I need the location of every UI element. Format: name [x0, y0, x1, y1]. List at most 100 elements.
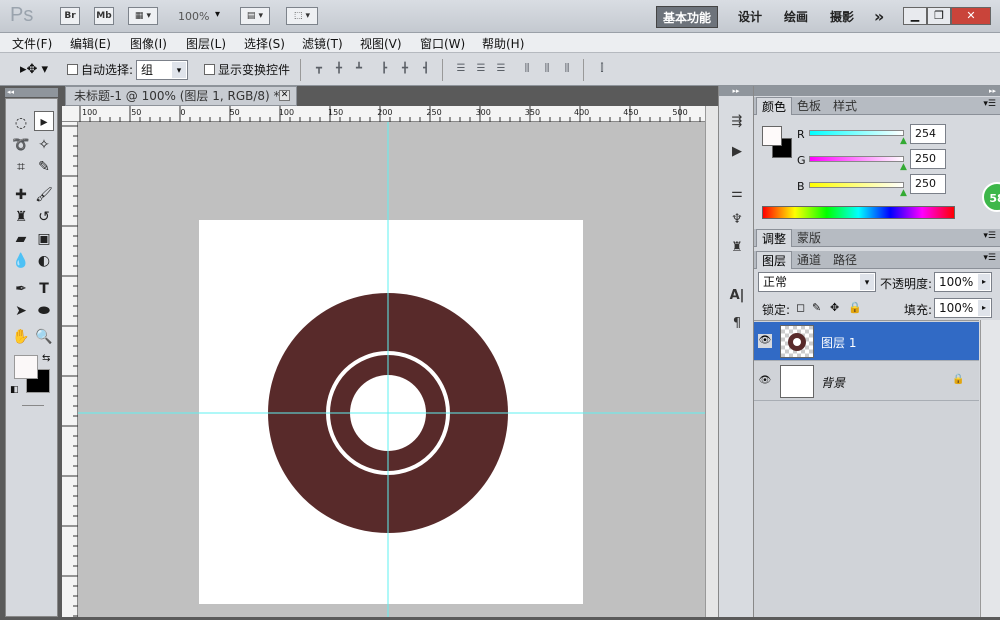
clone-stamp-icon[interactable]: ♜: [11, 207, 31, 227]
auto-select-checkbox[interactable]: [67, 64, 78, 75]
tab-masks[interactable]: 蒙版: [792, 229, 826, 247]
screen-mode-button[interactable]: ⬚ ▾: [286, 7, 318, 25]
arrange-documents-button[interactable]: ▤ ▾: [240, 7, 270, 25]
tab-color[interactable]: 颜色: [756, 97, 793, 115]
healing-brush-icon[interactable]: ✚: [11, 185, 31, 205]
bridge-button[interactable]: Br: [60, 7, 80, 25]
lock-transparent-icon[interactable]: ◻: [796, 301, 805, 314]
workspace-design-button[interactable]: 设计: [732, 6, 768, 28]
distribute-top-icon[interactable]: ☰: [452, 63, 470, 77]
layers-scrollbar[interactable]: [980, 320, 1000, 617]
menu-file[interactable]: 文件(F): [12, 35, 52, 52]
menu-layer[interactable]: 图层(L): [186, 35, 226, 52]
lock-pixels-icon[interactable]: ✎: [812, 301, 821, 314]
layer-row-background[interactable]: 👁 背景 🔒: [754, 362, 979, 401]
vertical-scrollbar[interactable]: [705, 106, 718, 617]
dock-collapse-header[interactable]: ▸▸: [719, 86, 753, 96]
distribute-hcenter-icon[interactable]: ⫼: [538, 63, 556, 77]
menu-view[interactable]: 视图(V): [360, 35, 402, 52]
layer-name[interactable]: 背景: [821, 374, 845, 391]
distribute-vcenter-icon[interactable]: ☰: [472, 63, 490, 77]
canvas-area[interactable]: [78, 122, 705, 617]
slider-thumb-icon[interactable]: ▲: [900, 188, 907, 198]
minimize-button[interactable]: ▁: [903, 7, 927, 25]
workspace-photo-button[interactable]: 摄影: [824, 6, 860, 28]
lock-position-icon[interactable]: ✥: [830, 301, 839, 314]
menu-window[interactable]: 窗口(W): [420, 35, 465, 52]
align-top-icon[interactable]: ┳: [310, 63, 328, 77]
magic-wand-icon[interactable]: ✧: [34, 135, 54, 155]
tab-styles[interactable]: 样式: [828, 97, 862, 115]
eye-icon[interactable]: 👁: [758, 374, 772, 388]
color-spectrum-bar[interactable]: [762, 206, 955, 219]
pen-tool-icon[interactable]: ✒: [11, 279, 31, 299]
green-value-field[interactable]: 250: [910, 149, 946, 169]
history-panel-icon[interactable]: ⇶: [727, 112, 747, 132]
workspace-paint-button[interactable]: 绘画: [778, 6, 814, 28]
menu-help[interactable]: 帮助(H): [482, 35, 524, 52]
align-vcenter-icon[interactable]: ╋: [330, 63, 348, 77]
distribute-bottom-icon[interactable]: ☰: [492, 63, 510, 77]
chevron-right-icon[interactable]: ▸: [978, 300, 990, 316]
color-foreground-swatch[interactable]: [762, 126, 782, 146]
menu-filter[interactable]: 滤镜(T): [302, 35, 343, 52]
menu-select[interactable]: 选择(S): [244, 35, 285, 52]
green-slider[interactable]: [809, 156, 904, 162]
toolbox-header[interactable]: ◂◂: [5, 88, 58, 97]
character-panel-icon[interactable]: A|: [727, 286, 747, 306]
align-right-icon[interactable]: ┫: [417, 63, 435, 77]
dodge-tool-icon[interactable]: ◐: [34, 251, 54, 271]
foreground-color-swatch-front[interactable]: [14, 355, 38, 379]
fill-field[interactable]: 100% ▸: [934, 298, 992, 318]
panel-menu-icon[interactable]: ▾☰: [983, 231, 996, 241]
slider-thumb-icon[interactable]: ▲: [900, 162, 907, 172]
layer-row-1[interactable]: 👁 图层 1: [754, 322, 979, 361]
panel-collapse-header[interactable]: ▸▸: [754, 86, 1000, 96]
close-icon[interactable]: ✕: [279, 90, 290, 101]
clone-source-icon[interactable]: ♆: [727, 210, 747, 230]
eraser-icon[interactable]: ▰: [11, 229, 31, 249]
chevron-right-icon[interactable]: ▸: [978, 274, 990, 290]
ellipse-shape-icon[interactable]: ⬬: [34, 301, 54, 321]
align-left-icon[interactable]: ┣: [375, 63, 393, 77]
tab-layers[interactable]: 图层: [756, 251, 793, 269]
align-hcenter-icon[interactable]: ╋: [396, 63, 414, 77]
blend-mode-dropdown[interactable]: 正常 ▾: [758, 272, 876, 292]
blue-slider[interactable]: [809, 182, 904, 188]
eye-icon[interactable]: 👁: [758, 334, 772, 348]
brush-presets-icon[interactable]: ⚌: [727, 184, 747, 204]
tab-paths[interactable]: 路径: [828, 251, 862, 269]
blue-value-field[interactable]: 250: [910, 174, 946, 194]
red-value-field[interactable]: 254: [910, 124, 946, 144]
paragraph-panel-icon[interactable]: ¶: [727, 314, 747, 334]
brush-tool-icon[interactable]: 🖌: [34, 185, 54, 205]
document-tab[interactable]: 未标题-1 @ 100% (图层 1, RGB/8) *: [65, 86, 297, 106]
type-tool-icon[interactable]: T: [34, 279, 54, 299]
slider-thumb-icon[interactable]: ▲: [900, 136, 907, 146]
move-tool-icon[interactable]: ▸: [34, 111, 54, 131]
lock-all-icon[interactable]: 🔒: [848, 301, 862, 314]
red-slider[interactable]: [809, 130, 904, 136]
restore-button[interactable]: ❐: [927, 7, 951, 25]
auto-select-dropdown[interactable]: 组 ▾: [136, 60, 188, 80]
opacity-field[interactable]: 100% ▸: [934, 272, 992, 292]
eyedropper-icon[interactable]: ✎: [34, 157, 54, 177]
menu-image[interactable]: 图像(I): [130, 35, 167, 52]
auto-align-icon[interactable]: ⫿: [593, 63, 611, 77]
mini-bridge-button[interactable]: Mb: [94, 7, 114, 25]
zoom-tool-icon[interactable]: 🔍: [34, 327, 54, 347]
history-brush-icon[interactable]: ↺: [34, 207, 54, 227]
tab-channels[interactable]: 通道: [792, 251, 826, 269]
hand-tool-icon[interactable]: ✋: [11, 327, 31, 347]
gradient-icon[interactable]: ▣: [34, 229, 54, 249]
crop-tool-icon[interactable]: ⌗: [11, 157, 31, 177]
actions-panel-icon[interactable]: ▶: [727, 142, 747, 162]
swap-colors-icon[interactable]: ⇆: [42, 353, 50, 364]
zoom-level[interactable]: 100%: [178, 10, 209, 23]
tab-swatches[interactable]: 色板: [792, 97, 826, 115]
panel-menu-icon[interactable]: ▾☰: [983, 253, 996, 263]
chevron-down-icon[interactable]: ▾: [215, 9, 220, 20]
show-transform-checkbox[interactable]: [204, 64, 215, 75]
move-tool-preset-icon[interactable]: ▸✥ ▾: [20, 62, 48, 77]
blur-tool-icon[interactable]: 💧: [11, 251, 31, 271]
